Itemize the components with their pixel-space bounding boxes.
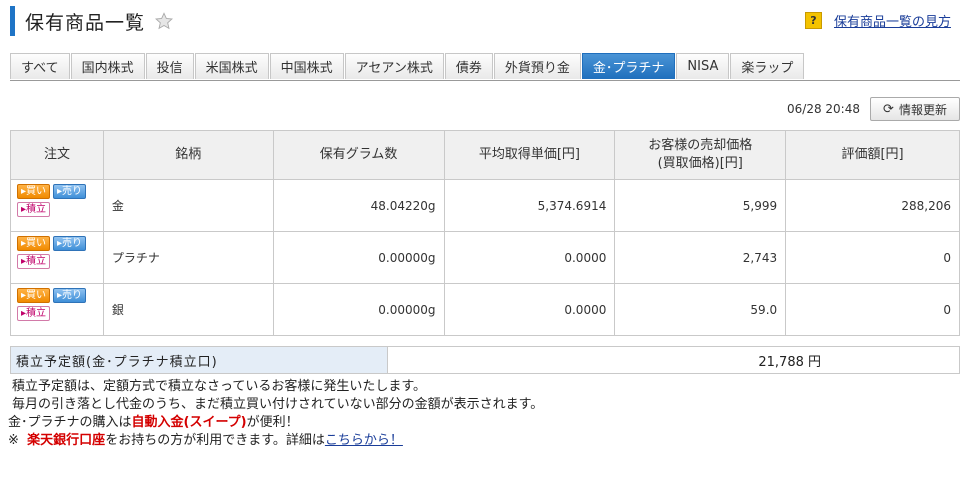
order-cell: ▸買い ▸売り ▸積立 [10,283,104,336]
header-accent-bar [10,6,15,36]
note-line-2: 毎月の引き落とし代金のうち、まだ積立買い付けされていない部分の金額が表示されます… [12,397,544,412]
note-line-4: ※ 楽天銀行口座をお持ちの方が利用できます。詳細はこちらから！ [8,432,543,450]
category-tabs: すべて 国内株式 投信 米国株式 中国株式 アセアン株式 債券 外貨預り金 金･… [10,53,960,81]
refresh-icon: ⟳ [883,101,894,117]
col-header-grams: 保有グラム数 [272,130,445,180]
tab-domestic-stocks[interactable]: 国内株式 [70,53,145,79]
tab-bonds[interactable]: 債券 [444,53,493,79]
col-header-order: 注文 [10,130,104,180]
sell-button[interactable]: ▸売り [53,184,87,199]
order-cell: ▸買い ▸売り ▸積立 [10,231,104,284]
update-timestamp: 06/28 20:48 [787,102,860,116]
product-name: プラチナ [102,231,274,284]
product-name: 銀 [102,283,274,336]
tab-china-stocks[interactable]: 中国株式 [269,53,344,79]
tab-foreign-deposits[interactable]: 外貨預り金 [493,53,581,79]
tab-rakuwrap[interactable]: 楽ラップ [730,53,805,79]
table-row: ▸買い ▸売り ▸積立 プラチナ 0.00000g 0.0000 2,743 0 [10,231,960,284]
holdings-table: 注文 銘柄 保有グラム数 平均取得単価[円] お客様の売却価格 (買取価格)[円… [10,130,960,336]
accumulation-plan-table: 積立予定額(金･プラチナ積立口) 21,788 円 [10,346,960,374]
plan-label: 積立予定額(金･プラチナ積立口) [10,346,388,374]
tab-nisa[interactable]: NISA [676,53,730,79]
refresh-button[interactable]: ⟳ 情報更新 [870,97,960,121]
accumulate-button[interactable]: ▸積立 [17,202,51,217]
buy-button[interactable]: ▸買い [17,288,51,303]
col-header-avg-cost: 平均取得単価[円] [443,130,616,180]
accumulate-button[interactable]: ▸積立 [17,306,51,321]
tab-us-stocks[interactable]: 米国株式 [194,53,269,79]
table-header-row: 注文 銘柄 保有グラム数 平均取得単価[円] お客様の売却価格 (買取価格)[円… [10,130,960,180]
accumulate-button[interactable]: ▸積立 [17,254,51,269]
note-line-3-text: 金･プラチナの購入は [8,415,132,430]
valuation-value: 0 [785,283,960,336]
sell-price-value: 59.0 [614,283,787,336]
col-header-name: 銘柄 [102,130,274,180]
update-bar: 06/28 20:48 ⟳ 情報更新 [787,97,960,121]
col-header-valuation: 評価額[円] [785,130,960,180]
notes: 積立予定額は、定額方式で積立なさっているお客様に発生いたします。 毎月の引き落と… [8,378,544,450]
order-cell: ▸買い ▸売り ▸積立 [10,179,104,232]
buy-button[interactable]: ▸買い [17,236,51,251]
valuation-value: 288,206 [785,179,960,232]
table-row: ▸買い ▸売り ▸積立 銀 0.00000g 0.0000 59.0 0 [10,283,960,336]
note-line-3: 金･プラチナの購入は自動入金(スイープ)が便利！ [8,414,543,432]
sweep-highlight: 自動入金(スイープ) [131,415,247,430]
grams-value: 48.04220g [272,179,445,232]
plan-value: 21,788 円 [387,346,960,374]
avg-cost-value: 0.0000 [443,283,616,336]
note-line-4-text: をお持ちの方が利用できます。詳細は [105,433,325,448]
col-header-sell-price: お客様の売却価格 (買取価格)[円] [614,130,787,180]
note-line-1: 積立予定額は、定額方式で積立なさっているお客様に発生いたします。 [12,379,427,394]
tab-asean-stocks[interactable]: アセアン株式 [344,53,444,79]
product-name: 金 [102,179,274,232]
help-area: ? 保有商品一覧の見方 [804,11,951,30]
buy-button[interactable]: ▸買い [17,184,51,199]
avg-cost-value: 5,374.6914 [443,179,616,232]
sell-price-value: 5,999 [614,179,787,232]
page-header: 保有商品一覧 [10,5,174,37]
tab-gold-platinum[interactable]: 金･プラチナ [581,53,676,79]
page-title: 保有商品一覧 [25,11,146,34]
grams-value: 0.00000g [272,283,445,336]
details-link[interactable]: こちらから！ [325,433,403,448]
avg-cost-value: 0.0000 [443,231,616,284]
valuation-value: 0 [785,231,960,284]
sell-price-header-line1: お客様の売却価格 [648,138,753,153]
favorite-star-icon[interactable] [155,12,174,30]
tab-funds[interactable]: 投信 [145,53,194,79]
sell-price-header-line2: (買取価格)[円] [657,156,743,171]
note-mark: ※ [8,433,19,448]
table-row: ▸買い ▸売り ▸積立 金 48.04220g 5,374.6914 5,999 … [10,179,960,232]
refresh-button-label: 情報更新 [898,102,947,117]
sell-button[interactable]: ▸売り [53,288,87,303]
rakuten-bank-highlight: 楽天銀行口座 [27,433,106,448]
help-link[interactable]: 保有商品一覧の見方 [834,11,951,30]
sell-price-value: 2,743 [614,231,787,284]
tab-all[interactable]: すべて [10,53,70,79]
grams-value: 0.00000g [272,231,445,284]
question-icon: ? [804,12,822,29]
note-line-3-suffix: が便利！ [246,415,299,430]
sell-button[interactable]: ▸売り [53,236,87,251]
